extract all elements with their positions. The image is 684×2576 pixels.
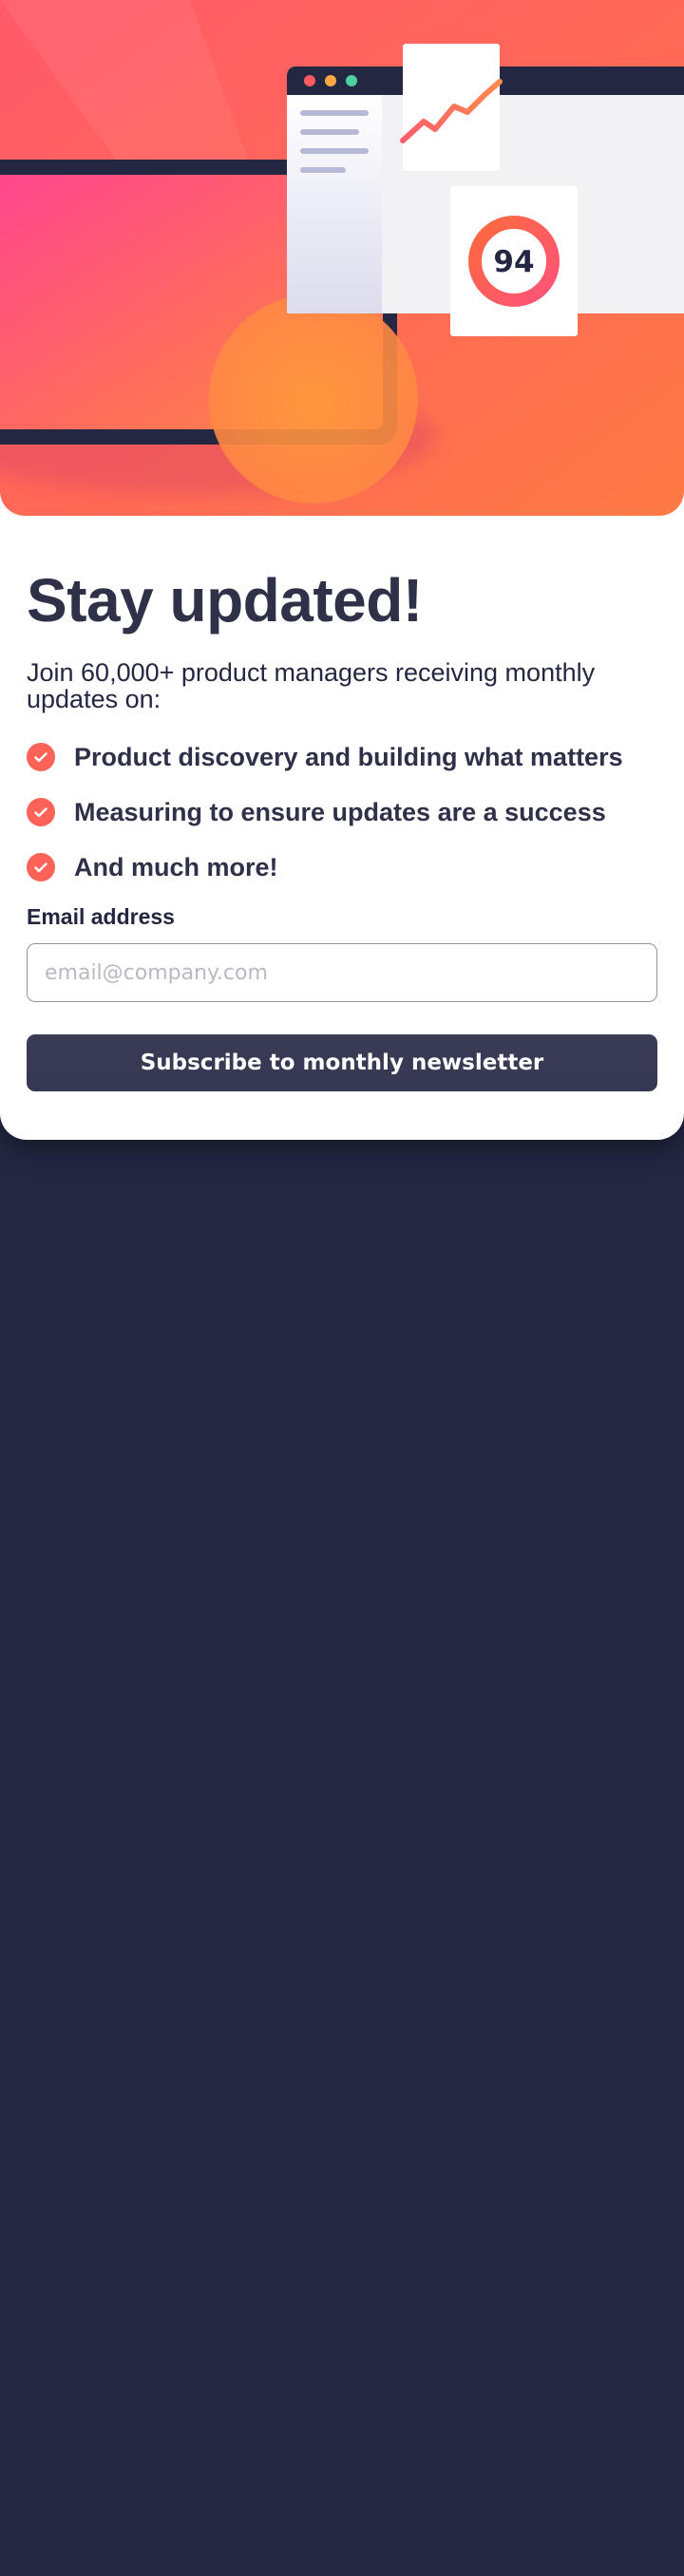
chart-card-illustration [400, 44, 503, 171]
feature-text: And much more! [74, 852, 278, 881]
newsletter-card: 94 Stay updated! Join 60,000+ product ma… [0, 0, 684, 1140]
feature-text: Product discovery and building what matt… [74, 742, 623, 771]
check-icon [27, 798, 55, 826]
page-title: Stay updated! [27, 566, 423, 635]
email-label: Email address [27, 904, 175, 929]
score-card-illustration: 94 [450, 186, 578, 336]
signup-section: Stay updated! Join 60,000+ product manag… [27, 570, 657, 1091]
feature-item: And much more! [27, 849, 657, 885]
feature-item: Product discovery and building what matt… [27, 739, 657, 775]
feature-list: Product discovery and building what matt… [27, 739, 657, 885]
feature-text: Measuring to ensure updates are a succes… [74, 797, 606, 826]
check-icon [27, 853, 55, 881]
intro-text: Join 60,000+ product managers receiving … [27, 658, 596, 713]
check-icon [27, 743, 55, 771]
score-value: 94 [493, 245, 534, 279]
hero-illustration: 94 [0, 0, 684, 516]
email-input[interactable] [27, 943, 657, 1002]
subscribe-button[interactable]: Subscribe to monthly newsletter [27, 1034, 657, 1091]
feature-item: Measuring to ensure updates are a succes… [27, 794, 657, 830]
